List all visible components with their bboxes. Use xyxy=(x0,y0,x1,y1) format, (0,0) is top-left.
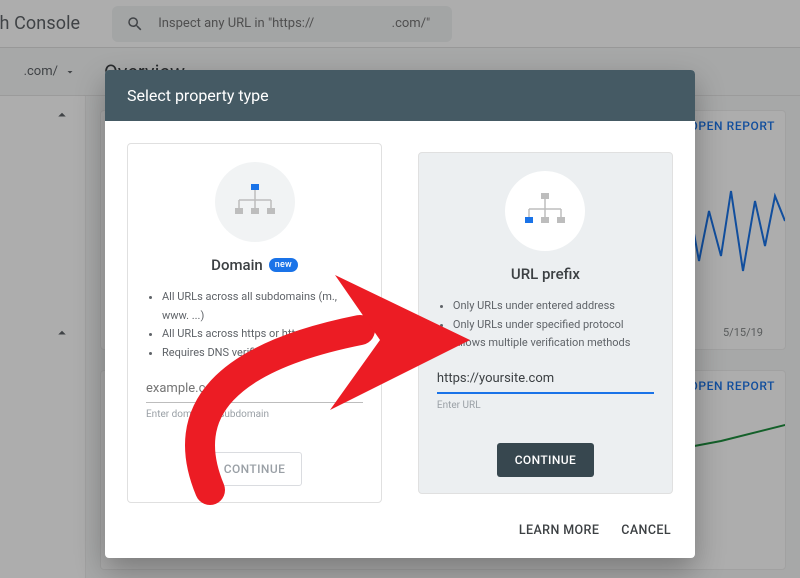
list-item: All URLs across https or http xyxy=(162,325,363,344)
modal-title: Select property type xyxy=(105,70,695,121)
modal-body: Domain new All URLs across all subdomain… xyxy=(105,121,695,519)
domain-continue-button[interactable]: CONTINUE xyxy=(207,452,303,486)
or-separator: or xyxy=(394,315,406,330)
property-type-modal: Select property type xyxy=(105,70,695,558)
list-item: Allows multiple verification methods xyxy=(453,334,654,353)
url-prefix-input-helper: Enter URL xyxy=(437,400,654,411)
url-prefix-option-card[interactable]: URL prefix Only URLs under entered addre… xyxy=(418,152,673,494)
domain-input-helper: Enter domain or subdomain xyxy=(146,409,363,420)
learn-more-link[interactable]: LEARN MORE xyxy=(519,523,599,538)
domain-bullets: All URLs across all subdomains (m., www.… xyxy=(162,288,363,363)
domain-option-card[interactable]: Domain new All URLs across all subdomain… xyxy=(127,143,382,503)
domain-title: Domain xyxy=(211,256,263,274)
modal-overlay: Select property type xyxy=(0,0,800,578)
url-prefix-continue-button[interactable]: CONTINUE xyxy=(497,443,595,477)
list-item: Only URLs under specified protocol xyxy=(453,316,654,335)
modal-footer: LEARN MORE CANCEL xyxy=(105,519,695,558)
list-item: All URLs across all subdomains (m., www.… xyxy=(162,288,363,325)
url-prefix-bullets: Only URLs under entered address Only URL… xyxy=(453,297,654,353)
list-item: Requires DNS verification xyxy=(162,344,363,363)
new-badge: new xyxy=(269,258,298,272)
list-item: Only URLs under entered address xyxy=(453,297,654,316)
domain-input[interactable] xyxy=(146,377,363,403)
url-prefix-input[interactable] xyxy=(437,367,654,394)
domain-sitemap-icon xyxy=(215,162,295,242)
url-prefix-title: URL prefix xyxy=(511,265,580,283)
cancel-button[interactable]: CANCEL xyxy=(621,523,671,538)
url-prefix-sitemap-icon xyxy=(505,171,585,251)
